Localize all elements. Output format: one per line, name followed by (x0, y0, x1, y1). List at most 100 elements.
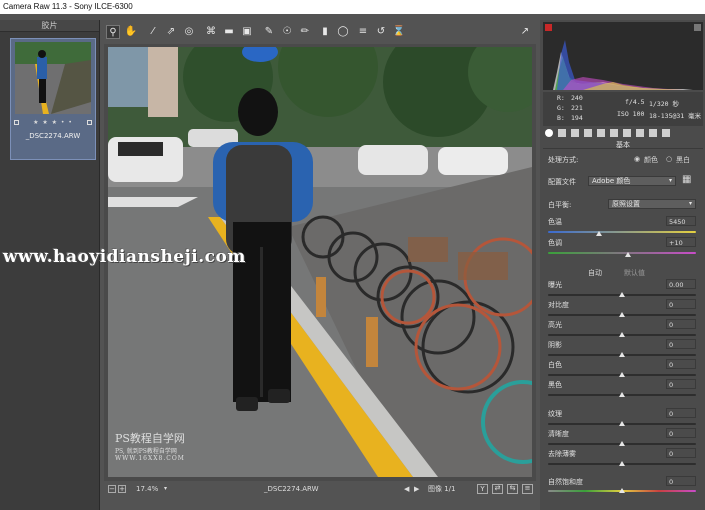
rotate-ccw-icon[interactable]: ↺ (374, 25, 388, 39)
view-options-icon[interactable]: ≡ (522, 484, 533, 494)
tab-presets-icon[interactable] (649, 129, 657, 137)
logo-watermark: PS教程自学网 PS, 就到PS教程自学网 WWW.16XX8.COM (115, 430, 185, 462)
clarity-label: 清晰度 (548, 430, 569, 438)
tab-tone-curve-icon[interactable] (558, 129, 566, 137)
whites-slider-handle[interactable] (619, 372, 625, 377)
clarity-value[interactable]: 0 (666, 428, 696, 438)
logo-title: PS教程自学网 (115, 432, 185, 445)
color-option[interactable]: 颜色 (644, 155, 658, 165)
shadows-value[interactable]: 0 (666, 339, 696, 349)
shadows-label: 阴影 (548, 341, 562, 349)
texture-label: 纹理 (548, 410, 562, 418)
highlights-slider-handle[interactable] (619, 332, 625, 337)
tab-calibration-icon[interactable] (636, 129, 644, 137)
zoom-in-icon[interactable]: + (118, 485, 126, 493)
shutter-speed: 1/320 秒 (649, 100, 679, 108)
default-button[interactable]: 默认值 (624, 268, 645, 278)
contrast-value[interactable]: 0 (666, 299, 696, 309)
treatment-label: 处理方式: (548, 156, 579, 164)
zoom-icon[interactable]: ⚲ (106, 25, 120, 39)
g-value: 221 (571, 104, 583, 112)
vibrance-label: 自然饱和度 (548, 478, 583, 486)
bw-option[interactable]: 黑白 (676, 155, 690, 165)
clarity-slider-handle[interactable] (619, 441, 625, 446)
presets-icon[interactable]: ≡ (356, 25, 370, 39)
transform-icon[interactable]: ▣ (240, 25, 254, 39)
white-balance-icon[interactable]: ⁄ (146, 25, 160, 39)
temp-value[interactable]: 5450 (666, 216, 696, 226)
texture-slider-handle[interactable] (619, 421, 625, 426)
thumbnail-image (15, 42, 91, 114)
straighten-icon[interactable]: ▬ (222, 25, 236, 39)
tab-hsl-icon[interactable] (584, 129, 592, 137)
panel-tabs (543, 127, 703, 139)
vibrance-value[interactable]: 0 (666, 476, 696, 486)
targeted-adjust-icon[interactable]: ◎ (182, 25, 196, 39)
swap-settings-icon[interactable]: ⇄ (492, 484, 503, 494)
tab-effects-icon[interactable] (623, 129, 631, 137)
shadows-slider-handle[interactable] (619, 352, 625, 357)
zoom-out-icon[interactable]: − (108, 485, 116, 493)
zoom-dropdown-icon[interactable]: ▾ (164, 482, 167, 496)
whites-value[interactable]: 0 (666, 359, 696, 369)
auto-button[interactable]: 自动 (588, 268, 602, 278)
hand-icon[interactable]: ✋ (124, 25, 138, 39)
texture-value[interactable]: 0 (666, 408, 696, 418)
highlights-label: 高光 (548, 321, 562, 329)
red-eye-icon[interactable]: ☉ (280, 25, 294, 39)
thumbnail-filename: _DSC2274.ARW (25, 132, 81, 140)
aperture: f/4.5 (625, 98, 645, 106)
tab-split-toning-icon[interactable] (597, 129, 605, 137)
copy-settings-icon[interactable]: ⇆ (507, 484, 518, 494)
graduated-filter-icon[interactable]: ▮ (318, 25, 332, 39)
before-after-button[interactable]: Y (477, 484, 488, 494)
status-filename: _DSC2274.ARW (264, 485, 319, 493)
histogram (543, 22, 703, 90)
fullscreen-icon[interactable]: ↗ (518, 25, 532, 39)
tab-snapshots-icon[interactable] (662, 129, 670, 137)
exposure-slider-handle[interactable] (619, 292, 625, 297)
whites-label: 白色 (548, 361, 562, 369)
exposure-label: 曝光 (548, 281, 562, 289)
thumbnail-stars[interactable]: ★ ★ ★ • • (11, 119, 95, 126)
color-radio-icon[interactable]: ◉ (634, 155, 640, 163)
next-image-icon[interactable]: ▶ (414, 482, 419, 496)
r-value: 240 (571, 94, 583, 102)
contrast-slider-handle[interactable] (619, 312, 625, 317)
temp-slider-handle[interactable] (596, 231, 602, 236)
bw-radio-icon[interactable]: ○ (666, 155, 672, 163)
iso-value: ISO 100 (617, 110, 645, 118)
wb-select[interactable]: 原照设置 ▾ (608, 199, 696, 209)
blacks-value[interactable]: 0 (666, 379, 696, 389)
vibrance-slider-handle[interactable] (619, 488, 625, 493)
logo-subtitle: PS, 就到PS教程自学网 (115, 448, 177, 455)
radial-filter-icon[interactable]: ◯ (336, 25, 350, 39)
rotate-cw-icon[interactable]: ⌛ (392, 25, 406, 39)
color-sampler-icon[interactable]: ⇗ (164, 25, 178, 39)
tab-detail-icon[interactable] (571, 129, 579, 137)
zoom-level[interactable]: 17.4% (136, 482, 158, 496)
prev-image-icon[interactable]: ◀ (404, 482, 409, 496)
profile-browser-icon[interactable]: ▦ (682, 174, 691, 185)
profile-select[interactable]: Adobe 颜色 ▾ (588, 176, 676, 186)
highlights-value[interactable]: 0 (666, 319, 696, 329)
spot-removal-icon[interactable]: ✎ (262, 25, 276, 39)
dehaze-slider-handle[interactable] (619, 461, 625, 466)
b-value: 194 (571, 114, 583, 122)
blacks-slider-handle[interactable] (619, 392, 625, 397)
image-counter: 图像 1/1 (428, 485, 456, 493)
chevron-down-icon: ▾ (668, 177, 672, 184)
temp-slider[interactable] (548, 231, 696, 233)
site-watermark: www.haoyidiansheji.com (3, 247, 246, 267)
tab-basic-icon[interactable] (545, 129, 553, 137)
exposure-value[interactable]: 0.00 (666, 279, 696, 289)
crop-icon[interactable]: ⌘ (204, 25, 218, 39)
adjustment-brush-icon[interactable]: ✏ (298, 25, 312, 39)
tool-bar: ⚲ ✋ ⁄ ⇗ ◎ ⌘ ▬ ▣ ✎ ☉ ✏ ▮ ◯ ≡ ↺ ⌛ ↗ (104, 22, 536, 42)
filmstrip-thumbnail[interactable]: ★ ★ ★ • • _DSC2274.ARW (10, 38, 96, 160)
wb-label: 白平衡: (548, 201, 572, 209)
chevron-down-icon: ▾ (688, 200, 692, 207)
dehaze-value[interactable]: 0 (666, 448, 696, 458)
dehaze-label: 去除薄雾 (548, 450, 576, 458)
tab-lens-icon[interactable] (610, 129, 618, 137)
